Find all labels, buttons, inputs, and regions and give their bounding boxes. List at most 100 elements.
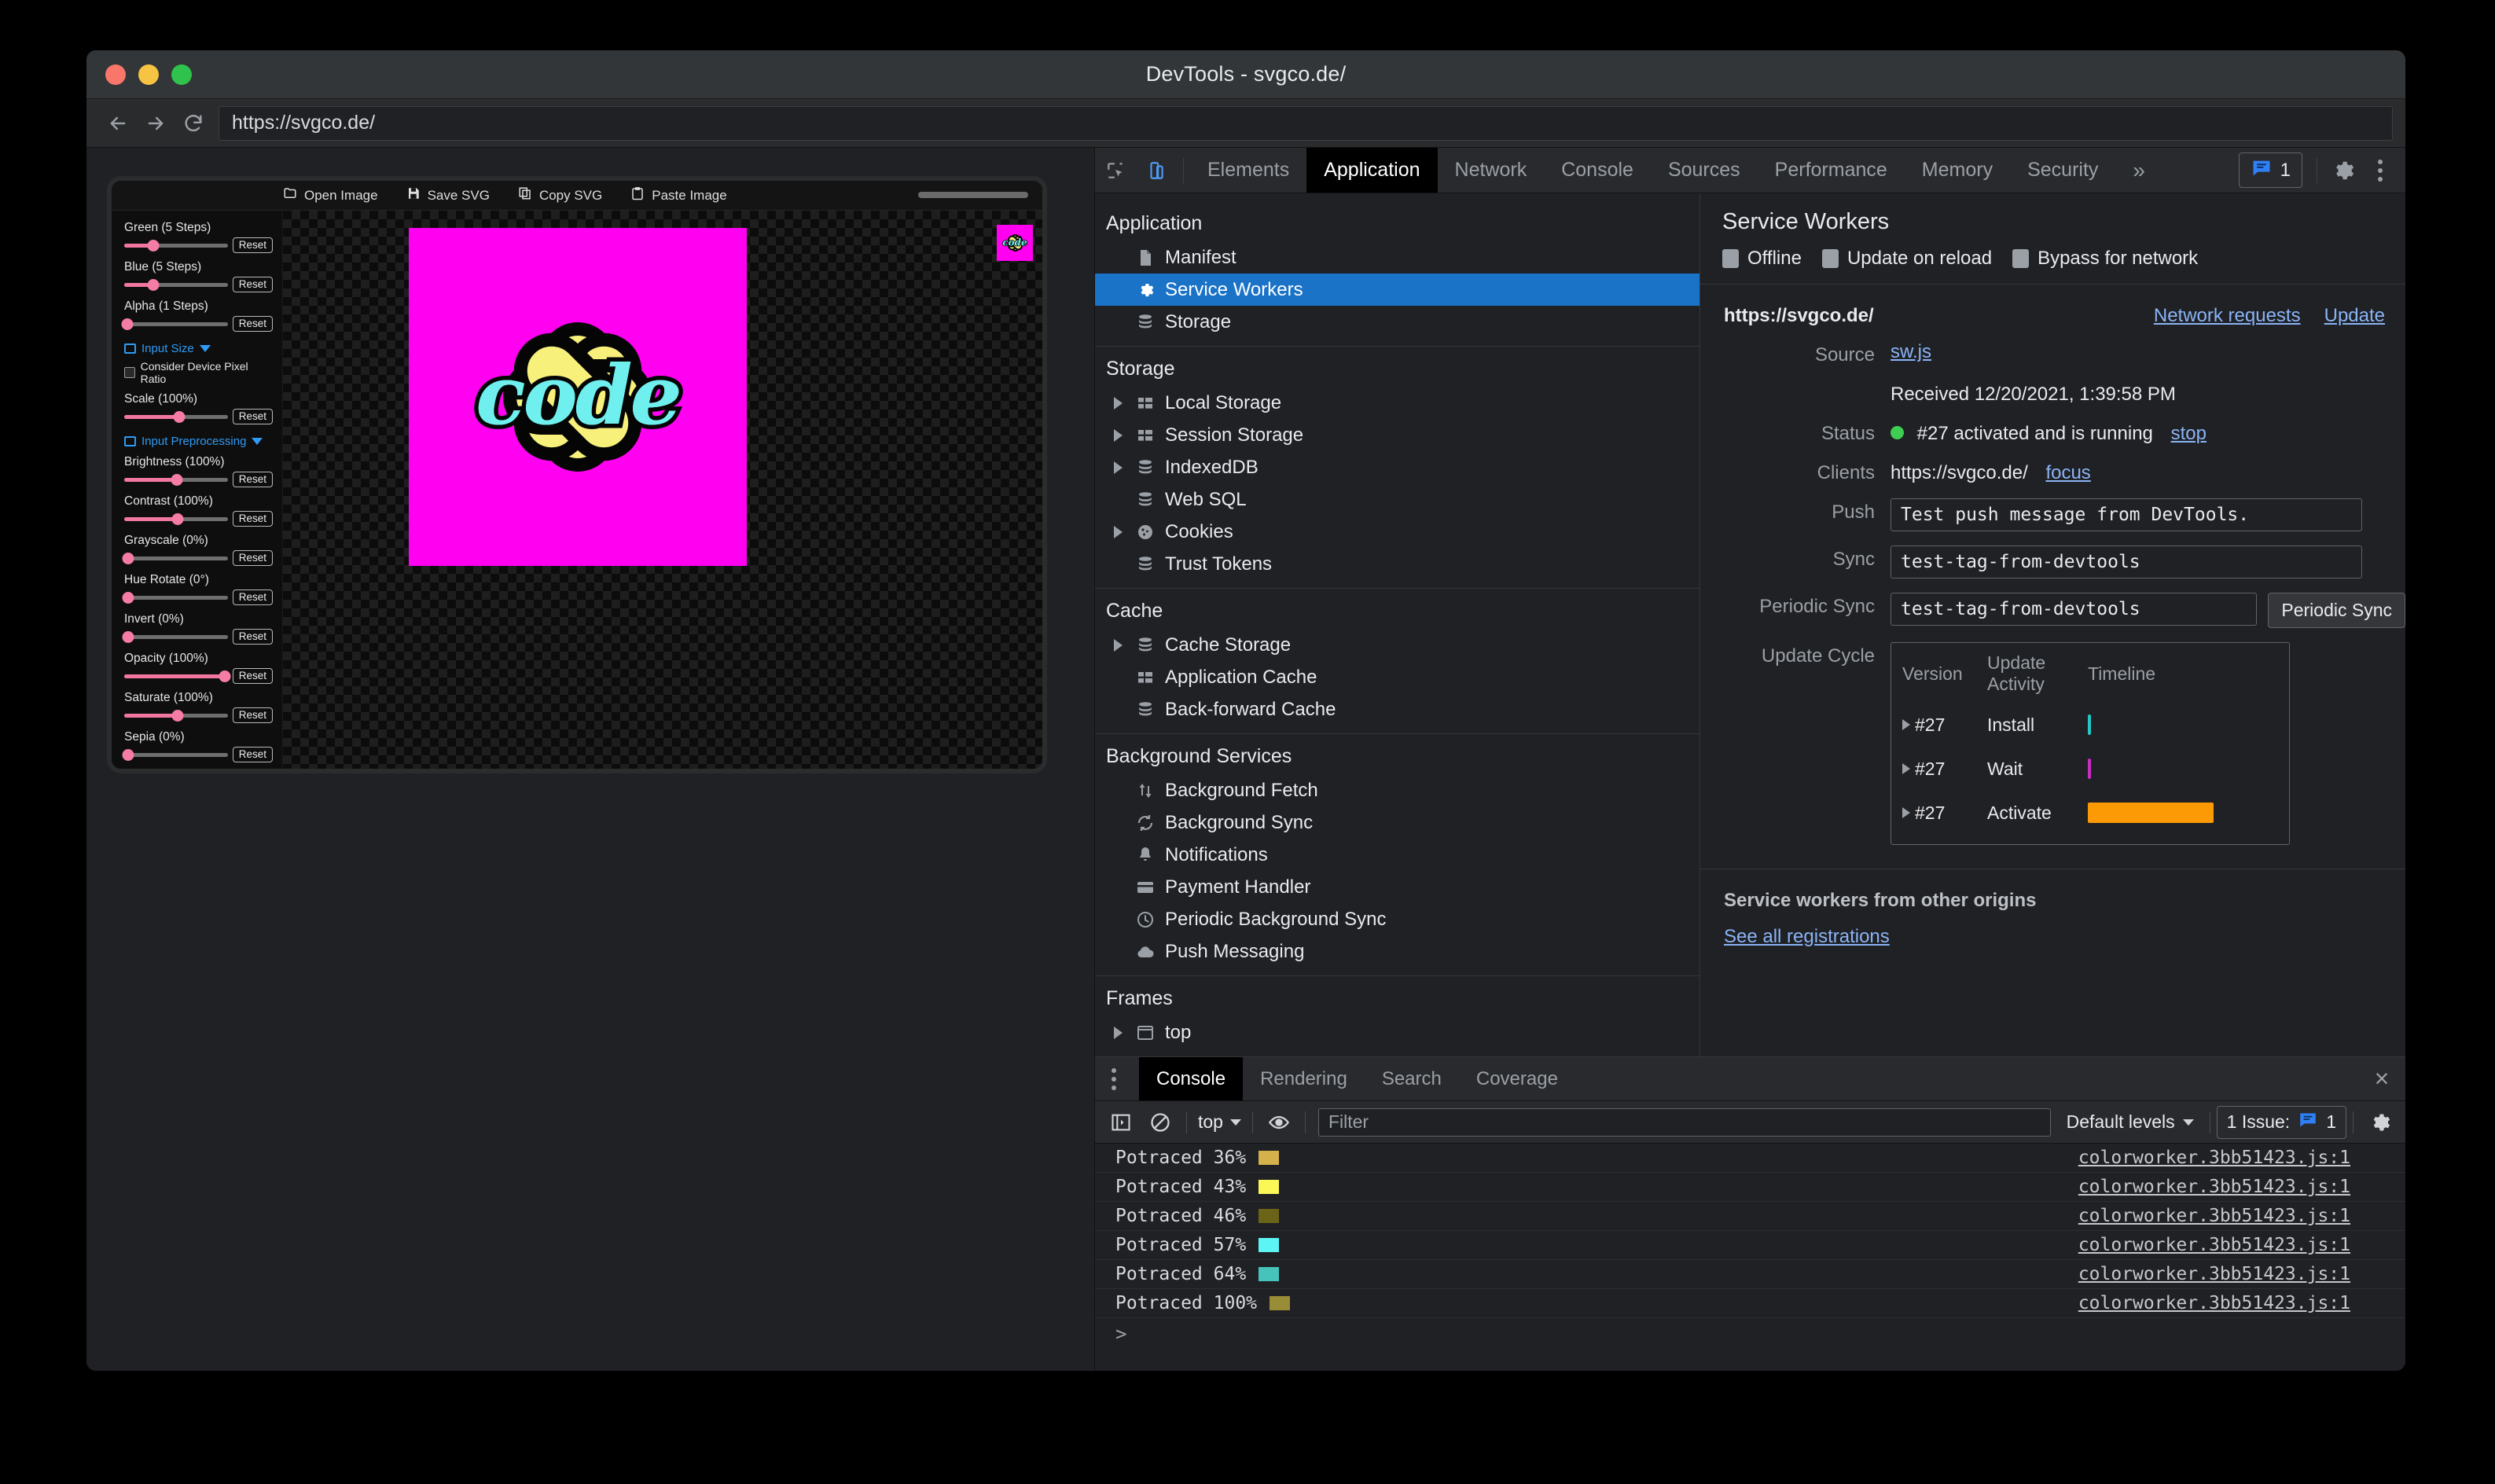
network-requests-link[interactable]: Network requests xyxy=(2154,305,2301,327)
paste-image-button[interactable]: Paste Image xyxy=(630,186,727,204)
drawer-tab-console[interactable]: Console xyxy=(1139,1057,1244,1100)
gear-icon[interactable] xyxy=(2360,1105,2399,1140)
bypass-for-network-checkbox-row[interactable]: Bypass for network xyxy=(2012,248,2198,270)
sidebar-item-cookies[interactable]: Cookies xyxy=(1095,516,1699,548)
brightness-reset-button[interactable]: Reset xyxy=(232,472,273,487)
console-message[interactable]: Potraced 46% colorworker.3bb51423.js:1 xyxy=(1095,1202,2405,1231)
blue-slider[interactable] xyxy=(124,277,228,292)
reload-button[interactable] xyxy=(176,106,211,141)
sidebar-item-cache-storage[interactable]: Cache Storage xyxy=(1095,629,1699,661)
sidebar-item-background-fetch[interactable]: Background Fetch xyxy=(1095,774,1699,806)
close-drawer-button[interactable]: × xyxy=(2358,1057,2405,1100)
tab-security[interactable]: Security xyxy=(2010,148,2115,193)
scale-slider[interactable] xyxy=(124,410,228,424)
hue-rotate-reset-button[interactable]: Reset xyxy=(232,590,273,605)
console-issues-badge[interactable]: 1 Issue: 1 xyxy=(2216,1105,2346,1139)
sidebar-item-payment-handler[interactable]: Payment Handler xyxy=(1095,871,1699,903)
green-reset-button[interactable]: Reset xyxy=(232,237,273,253)
sync-input[interactable]: test-tag-from-devtools xyxy=(1891,545,2362,579)
saturate-reset-button[interactable]: Reset xyxy=(232,707,273,723)
grayscale-reset-button[interactable]: Reset xyxy=(232,550,273,566)
input-size-section-header[interactable]: Input Size xyxy=(124,342,273,355)
periodic-sync-input[interactable]: test-tag-from-devtools xyxy=(1891,593,2258,626)
brightness-slider[interactable] xyxy=(124,472,228,487)
sepia-reset-button[interactable]: Reset xyxy=(232,747,273,762)
console-message[interactable]: Potraced 100% colorworker.3bb51423.js:1 xyxy=(1095,1289,2405,1318)
expand-twisty-icon[interactable] xyxy=(1902,763,1910,774)
address-bar[interactable]: https://svgco.de/ xyxy=(219,105,2393,141)
expand-twisty-icon[interactable] xyxy=(1114,638,1123,652)
device-pixel-ratio-checkbox[interactable] xyxy=(124,367,135,378)
drawer-tab-rendering[interactable]: Rendering xyxy=(1243,1057,1365,1100)
sw-source-link[interactable]: sw.js xyxy=(1891,341,1931,362)
clear-console-icon[interactable] xyxy=(1141,1105,1180,1140)
sidebar-item-service-workers[interactable]: Service Workers xyxy=(1095,274,1699,306)
opacity-slider[interactable] xyxy=(124,669,231,683)
console-message-source[interactable]: colorworker.3bb51423.js:1 xyxy=(2078,1206,2405,1226)
offline-checkbox[interactable] xyxy=(1722,249,1739,268)
console-message-source[interactable]: colorworker.3bb51423.js:1 xyxy=(2078,1235,2405,1255)
update-cycle-row-activate[interactable]: #27 Activate xyxy=(1891,791,2289,835)
console-sidebar-icon[interactable] xyxy=(1101,1105,1141,1140)
push-input[interactable]: Test push message from DevTools. xyxy=(1891,498,2362,531)
sidebar-item-notifications[interactable]: Notifications xyxy=(1095,839,1699,871)
console-message-source[interactable]: colorworker.3bb51423.js:1 xyxy=(2078,1293,2405,1313)
hue-rotate-slider[interactable] xyxy=(122,590,228,604)
expand-twisty-icon[interactable] xyxy=(1114,396,1123,410)
console-message[interactable]: Potraced 36% colorworker.3bb51423.js:1 xyxy=(1095,1144,2405,1173)
tab-application[interactable]: Application xyxy=(1306,148,1438,193)
input-preprocessing-section-header[interactable]: Input Preprocessing xyxy=(124,435,273,448)
see-all-registrations-link[interactable]: See all registrations xyxy=(1724,926,1890,947)
console-message[interactable]: Potraced 43% colorworker.3bb51423.js:1 xyxy=(1095,1173,2405,1202)
sidebar-item-trust-tokens[interactable]: Trust Tokens xyxy=(1095,548,1699,580)
drawer-more-options-icon[interactable] xyxy=(1095,1057,1133,1100)
sidebar-item-indexeddb[interactable]: IndexedDB xyxy=(1095,451,1699,483)
opacity-reset-button[interactable]: Reset xyxy=(232,668,273,684)
console-message-source[interactable]: colorworker.3bb51423.js:1 xyxy=(2078,1177,2405,1197)
sidebar-item-periodic-background-sync[interactable]: Periodic Background Sync xyxy=(1095,903,1699,935)
sidebar-item-session-storage[interactable]: Session Storage xyxy=(1095,419,1699,451)
drawer-tab-coverage[interactable]: Coverage xyxy=(1459,1057,1575,1100)
expand-twisty-icon[interactable] xyxy=(1114,461,1123,474)
sidebar-item-local-storage[interactable]: Local Storage xyxy=(1095,387,1699,419)
alpha-reset-button[interactable]: Reset xyxy=(232,316,273,332)
more-options-icon[interactable] xyxy=(2361,159,2399,182)
sidebar-item-background-sync[interactable]: Background Sync xyxy=(1095,806,1699,839)
device-pixel-ratio-checkbox-row[interactable]: Consider Device Pixel Ratio xyxy=(124,360,273,385)
scale-reset-button[interactable]: Reset xyxy=(232,409,273,424)
image-canvas[interactable]: code code code code xyxy=(283,211,1042,769)
update-on-reload-checkbox[interactable] xyxy=(1821,249,1839,268)
sidebar-item-top-frame[interactable]: top xyxy=(1095,1016,1699,1049)
console-message-source[interactable]: colorworker.3bb51423.js:1 xyxy=(2078,1264,2405,1284)
sidebar-item-application-cache[interactable]: Application Cache xyxy=(1095,661,1699,693)
console-message[interactable]: Potraced 57% colorworker.3bb51423.js:1 xyxy=(1095,1231,2405,1260)
console-filter-input[interactable]: Filter xyxy=(1317,1107,2051,1137)
drawer-tab-search[interactable]: Search xyxy=(1365,1057,1459,1100)
copy-svg-button[interactable]: Copy SVG xyxy=(518,186,602,204)
console-message[interactable]: Potraced 64% colorworker.3bb51423.js:1 xyxy=(1095,1260,2405,1289)
contrast-slider[interactable] xyxy=(124,512,228,526)
console-levels-selector[interactable]: Default levels xyxy=(2057,1111,2203,1133)
toolbar-scrollbar[interactable] xyxy=(918,192,1028,198)
sidebar-item-web-sql[interactable]: Web SQL xyxy=(1095,483,1699,516)
back-button[interactable] xyxy=(101,106,135,141)
forward-button[interactable] xyxy=(138,106,173,141)
expand-twisty-icon[interactable] xyxy=(1114,1026,1123,1039)
expand-twisty-icon[interactable] xyxy=(1114,428,1123,442)
update-link[interactable]: Update xyxy=(2324,305,2385,327)
contrast-reset-button[interactable]: Reset xyxy=(232,511,273,527)
sidebar-item-back-forward-cache[interactable]: Back-forward Cache xyxy=(1095,693,1699,725)
tab-sources[interactable]: Sources xyxy=(1651,148,1758,193)
inspect-cursor-icon[interactable] xyxy=(1095,150,1136,191)
green-slider[interactable] xyxy=(124,238,228,252)
issues-button[interactable]: 1 xyxy=(2238,152,2302,188)
alpha-slider[interactable] xyxy=(121,317,228,331)
update-cycle-row-install[interactable]: #27 Install xyxy=(1891,703,2289,747)
sidebar-item-storage[interactable]: Storage xyxy=(1095,306,1699,338)
console-message-source[interactable]: colorworker.3bb51423.js:1 xyxy=(2078,1148,2405,1168)
periodic-sync-button[interactable]: Periodic Sync xyxy=(2268,593,2405,628)
gear-icon[interactable] xyxy=(2324,159,2361,182)
more-tabs-icon[interactable]: » xyxy=(2115,158,2162,183)
invert-slider[interactable] xyxy=(122,630,228,644)
tab-network[interactable]: Network xyxy=(1438,148,1545,193)
